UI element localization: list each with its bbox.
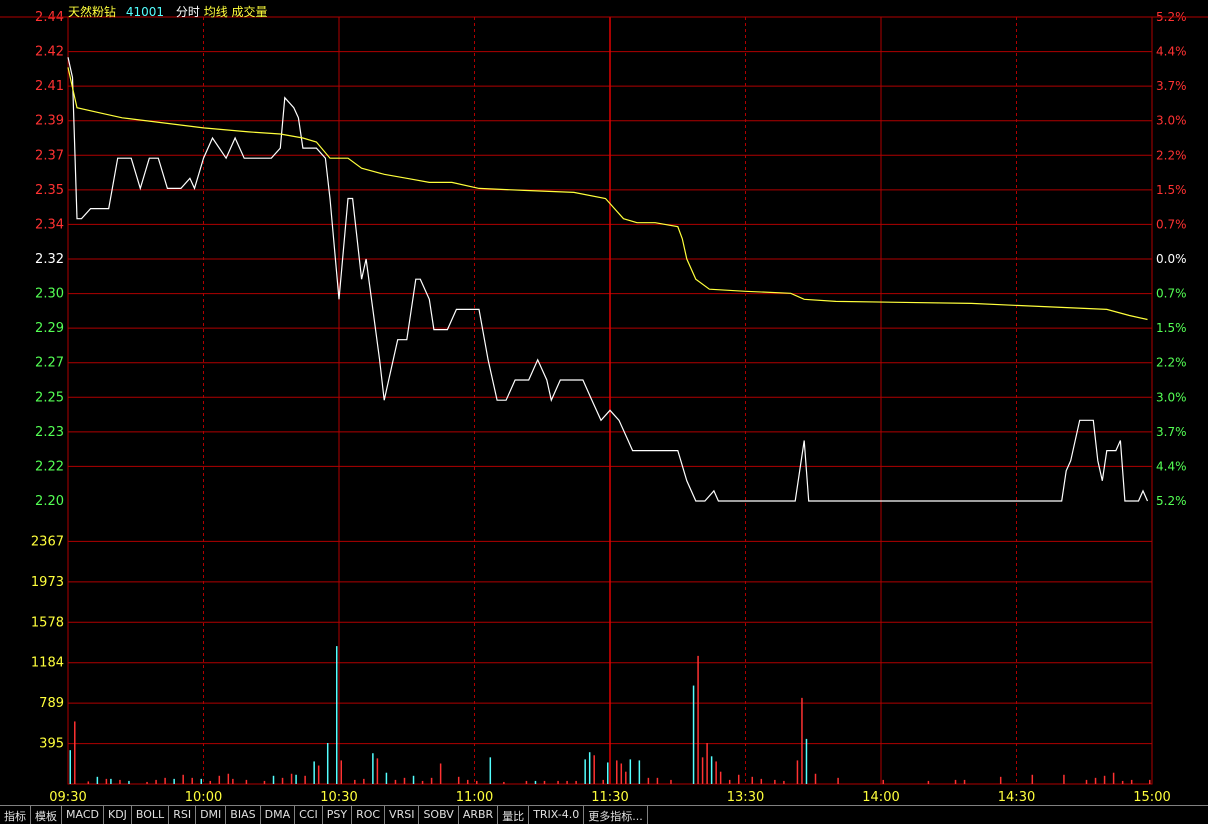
- pct-tick-label: 2.2%: [1156, 148, 1187, 162]
- time-tick-label: 15:00: [1133, 790, 1170, 805]
- stock-header: 天然粉钻 41001 分时 均线 成交量: [68, 3, 268, 20]
- intraday-chart[interactable]: 2.44 5.2%2.42 4.4%2.41 3.7%2.39 3.0%2.37 2.2%…: [0, 0, 1208, 805]
- pct-tick-label: 0.7%: [1156, 287, 1187, 301]
- price-tick-label: 2.32: [35, 252, 64, 267]
- price-tick-label: 2.39: [35, 114, 64, 129]
- time-tick-label: 14:00: [862, 790, 899, 805]
- pct-tick-label: 3.7%: [1156, 79, 1187, 93]
- time-tick-label: 14:30: [998, 790, 1035, 805]
- price-tick-label: 2.20: [35, 494, 64, 509]
- time-tick-label: 11:30: [591, 790, 628, 805]
- tab-16[interactable]: TRIX-4.0: [529, 806, 585, 824]
- tab-5[interactable]: RSI: [169, 806, 197, 824]
- tab-12[interactable]: VRSI: [385, 806, 420, 824]
- volume-tick-label: 789: [39, 696, 64, 711]
- time-tick-label: 11:00: [456, 790, 493, 805]
- time-tick-label: 13:30: [727, 790, 764, 805]
- tab-7[interactable]: BIAS: [226, 806, 261, 824]
- pct-tick-label: 0.0%: [1156, 252, 1187, 266]
- price-tick-label: 2.29: [35, 321, 64, 336]
- pct-tick-label: 1.5%: [1156, 321, 1187, 335]
- tab-2[interactable]: MACD: [62, 806, 104, 824]
- tab-9[interactable]: CCI: [295, 806, 323, 824]
- pct-tick-label: 3.0%: [1156, 390, 1187, 404]
- tab-14[interactable]: ARBR: [459, 806, 499, 824]
- pct-tick-label: 2.2%: [1156, 356, 1187, 370]
- volume-tick-label: 1184: [31, 656, 64, 671]
- mode-label: 分时: [175, 5, 200, 19]
- tab-11[interactable]: ROC: [352, 806, 386, 824]
- price-tick-label: 2.23: [35, 425, 64, 440]
- price-tick-label: 2.22: [35, 459, 64, 474]
- tab-10[interactable]: PSY: [323, 806, 353, 824]
- pct-tick-label: 4.4%: [1156, 45, 1187, 59]
- tab-17[interactable]: 更多指标...: [584, 806, 648, 824]
- volume-tick-label: 2367: [31, 534, 64, 549]
- pct-tick-label: 5.2%: [1156, 494, 1187, 508]
- tab-3[interactable]: KDJ: [104, 806, 132, 824]
- tab-8[interactable]: DMA: [261, 806, 296, 824]
- time-tick-label: 10:00: [185, 790, 222, 805]
- price-line: [67, 57, 1149, 502]
- avg-label: 均线: [203, 5, 228, 19]
- price-tick-label: 2.41: [35, 79, 64, 94]
- pct-tick-label: 1.5%: [1156, 183, 1187, 197]
- tab-0[interactable]: 指标: [0, 806, 31, 824]
- tab-1[interactable]: 模板: [31, 806, 62, 824]
- stock-name: 天然粉钻: [68, 5, 117, 19]
- price-tick-label: 2.25: [35, 390, 64, 405]
- pct-tick-label: 4.4%: [1156, 459, 1187, 473]
- pct-tick-label: 0.7%: [1156, 217, 1187, 231]
- vol-label: 成交量: [231, 5, 268, 19]
- price-tick-label: 2.37: [35, 148, 64, 163]
- indicator-tabs: 指标 模板 MACD KDJ BOLL RSI DMI BIAS DMA CCI PSY ROC VRS…: [0, 805, 1208, 824]
- tab-6[interactable]: DMI: [196, 806, 227, 824]
- time-tick-label: 09:30: [49, 790, 86, 805]
- volume-tick-label: 395: [39, 737, 64, 752]
- stock-code: 41001: [125, 5, 165, 19]
- tab-4[interactable]: BOLL: [132, 806, 170, 824]
- price-tick-label: 2.30: [35, 287, 64, 302]
- tab-15[interactable]: 量比: [498, 806, 530, 824]
- time-tick-label: 10:30: [320, 790, 357, 805]
- pct-tick-label: 3.0%: [1156, 114, 1187, 128]
- pct-tick-label: 3.7%: [1156, 425, 1187, 439]
- avg-price-line: [67, 67, 1148, 321]
- price-tick-label: 2.42: [35, 45, 64, 60]
- price-tick-label: 2.27: [35, 356, 64, 371]
- volume-tick-label: 1578: [31, 615, 64, 630]
- price-tick-label: 2.35: [35, 183, 64, 198]
- tab-13[interactable]: SOBV: [419, 806, 459, 824]
- volume-tick-label: 1973: [31, 575, 64, 590]
- price-tick-label: 2.34: [35, 217, 64, 232]
